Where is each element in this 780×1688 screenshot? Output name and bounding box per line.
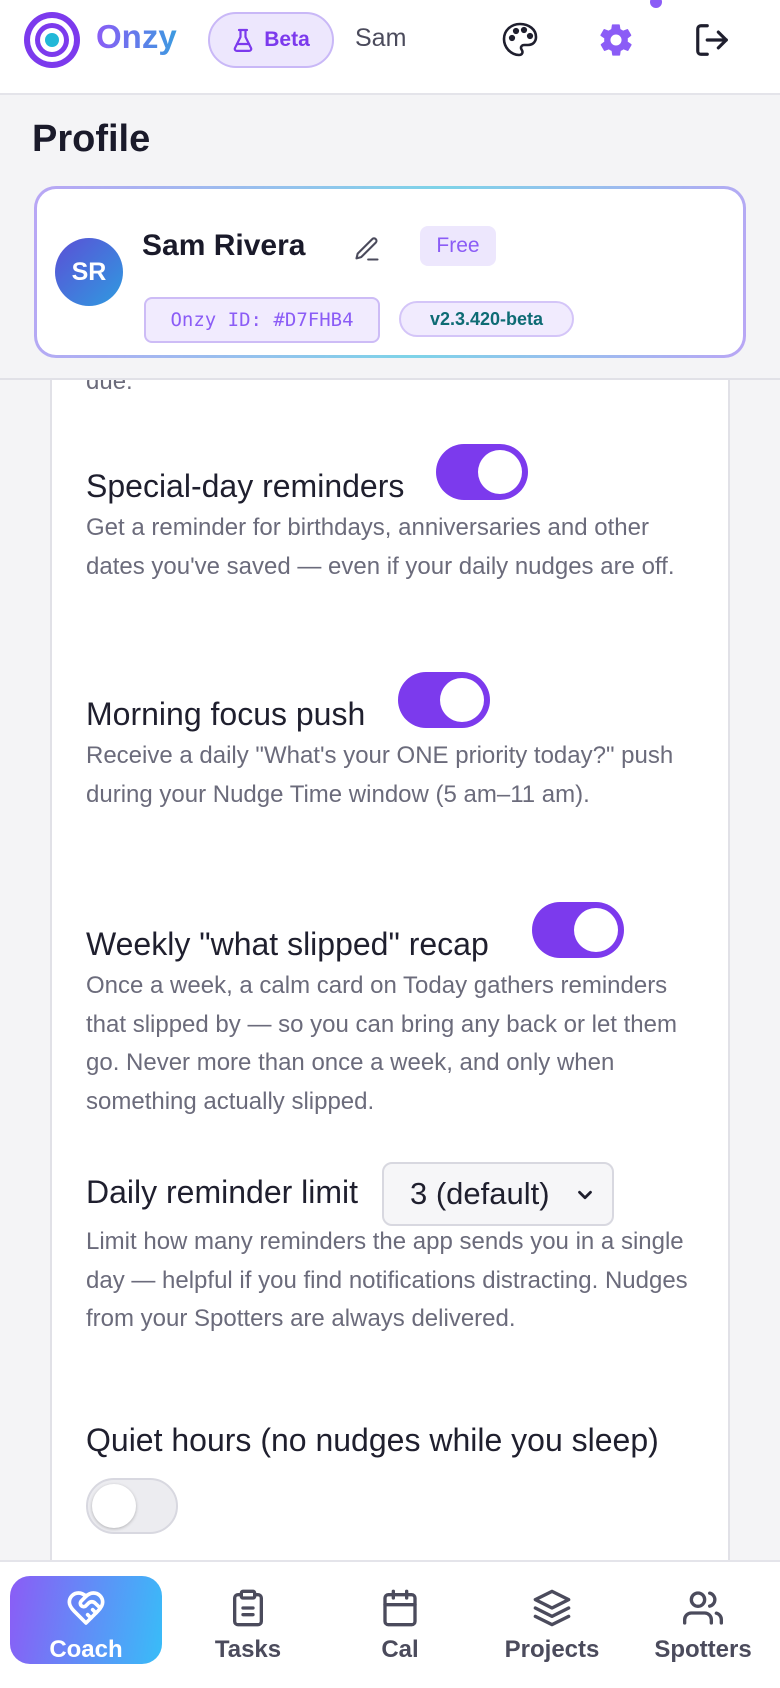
daily-limit-description: Limit how many reminders the app sends y… (86, 1228, 688, 1332)
nav-tasks-label: Tasks (214, 1636, 282, 1663)
bottom-navigation: Coach Tasks Cal Projects Spotters (0, 1560, 780, 1688)
nav-spotters-label: Spotters (654, 1636, 752, 1663)
beta-badge[interactable]: Beta (208, 12, 334, 68)
clipboard-icon (233, 1589, 263, 1627)
version-badge: v2.3.420-beta (399, 301, 574, 337)
pencil-icon (355, 237, 379, 261)
special-day-setting: Special-day reminders Get a reminder for… (86, 468, 706, 586)
profile-card: SR Sam Rivera Free Onzy ID: #D7FHB4 v2.3… (34, 186, 746, 358)
nav-tasks[interactable]: Tasks (173, 1576, 323, 1664)
quiet-hours-setting: Quiet hours (no nudges while you sleep) (86, 1422, 706, 1459)
morning-focus-toggle[interactable] (398, 672, 490, 728)
daily-limit-value: 3 (default) (410, 1176, 550, 1211)
notification-settings-panel: due. Special-day reminders Get a reminde… (50, 380, 730, 1562)
morning-focus-setting: Morning focus push Receive a daily "What… (86, 696, 706, 814)
quiet-hours-toggle[interactable] (86, 1478, 178, 1534)
nav-cal[interactable]: Cal (325, 1576, 475, 1664)
username: Sam (355, 24, 407, 52)
top-bar: Onzy Beta Sam (0, 0, 780, 95)
weekly-recap-title: Weekly "what slipped" recap (86, 926, 489, 962)
weekly-recap-setting: Weekly "what slipped" recap Once a week,… (86, 926, 706, 1121)
daily-limit-title: Daily reminder limit (86, 1174, 359, 1210)
brand-name[interactable]: Onzy (96, 18, 177, 56)
profile-name: Sam Rivera (142, 229, 306, 262)
nav-coach[interactable]: Coach (10, 1576, 162, 1664)
truncated-description: due. (86, 380, 133, 395)
onzy-id-badge[interactable]: Onzy ID: #D7FHB4 (144, 297, 380, 343)
palette-icon (502, 22, 538, 57)
special-day-title: Special-day reminders (86, 468, 405, 504)
weekly-recap-toggle[interactable] (532, 902, 624, 958)
chevron-down-icon (578, 1190, 592, 1200)
nav-spotters[interactable]: Spotters (628, 1576, 778, 1664)
nav-cal-label: Cal (381, 1636, 419, 1663)
gear-icon (600, 24, 632, 56)
logout-icon (696, 24, 728, 56)
edit-name-button[interactable] (349, 231, 385, 267)
quiet-hours-title: Quiet hours (no nudges while you sleep) (86, 1422, 659, 1458)
morning-focus-title: Morning focus push (86, 696, 366, 732)
heart-handshake-icon (67, 1591, 105, 1625)
avatar[interactable]: SR (55, 238, 123, 306)
special-day-toggle[interactable] (436, 444, 528, 500)
notification-dot (650, 0, 662, 8)
settings-button[interactable] (594, 18, 638, 62)
users-icon (683, 1591, 724, 1625)
page-title: Profile (32, 118, 151, 160)
nav-projects-label: Projects (504, 1636, 600, 1663)
theme-button[interactable] (498, 18, 542, 62)
layers-icon (533, 1589, 571, 1627)
calendar-icon (383, 1589, 417, 1627)
onzy-logo[interactable] (24, 12, 80, 68)
nav-coach-label: Coach (49, 1636, 123, 1663)
plan-badge: Free (420, 226, 496, 266)
nav-projects[interactable]: Projects (477, 1576, 627, 1664)
weekly-recap-description: Once a week, a calm card on Today gather… (86, 972, 677, 1115)
beta-label: Beta (264, 28, 310, 51)
special-day-description: Get a reminder for birthdays, anniversar… (86, 514, 675, 580)
daily-limit-select[interactable]: 3 (default) (382, 1162, 614, 1226)
flask-icon (233, 28, 253, 52)
logout-button[interactable] (690, 18, 734, 62)
morning-focus-description: Receive a daily "What's your ONE priorit… (86, 742, 674, 808)
